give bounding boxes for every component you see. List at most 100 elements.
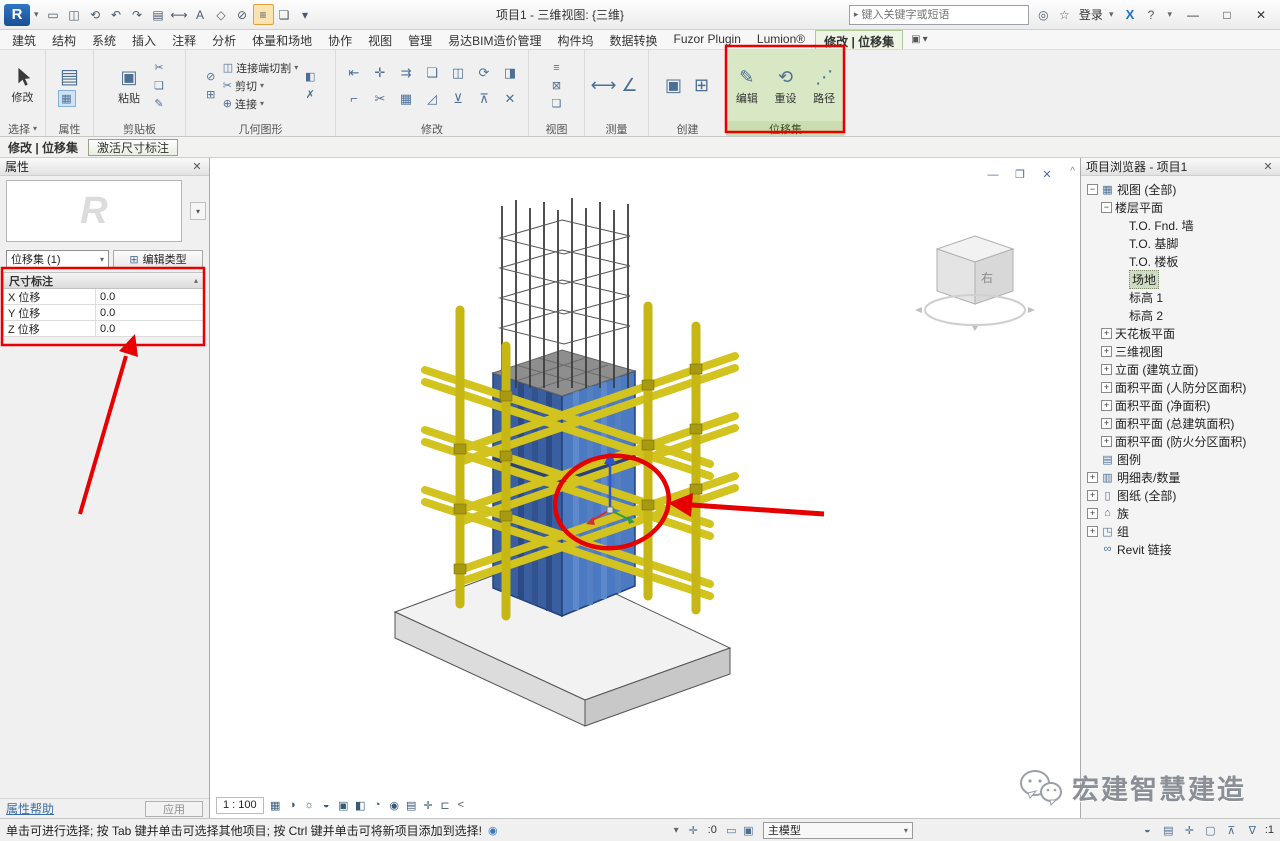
preview-dropdown-icon[interactable]: ▾ bbox=[190, 202, 206, 220]
apply-button[interactable]: 应用 bbox=[145, 801, 203, 817]
ribbon-tab-9[interactable]: 管理 bbox=[400, 30, 440, 49]
expand-icon[interactable]: + bbox=[1101, 328, 1112, 339]
tree-item-20[interactable]: ∞Revit 链接 bbox=[1083, 540, 1280, 558]
geometry-item-1[interactable]: ✂剪切▾ bbox=[223, 77, 298, 94]
ribbon-tab-14[interactable]: Lumion® bbox=[749, 30, 813, 49]
text-icon[interactable]: A bbox=[190, 4, 211, 25]
view-scale-button[interactable]: 1 : 100 bbox=[216, 797, 264, 814]
ribbon-tab-12[interactable]: 数据转换 bbox=[602, 30, 666, 49]
modify-button[interactable]: 修改 bbox=[5, 66, 41, 105]
demolish-icon[interactable]: ✗ bbox=[301, 86, 319, 103]
match-type-icon[interactable]: ✎ bbox=[150, 95, 168, 112]
expand-icon[interactable]: + bbox=[1101, 364, 1112, 375]
temporary-view-properties-icon[interactable]: ▤ bbox=[403, 797, 420, 814]
switch-windows-icon[interactable]: ❏ bbox=[274, 4, 295, 25]
section-icon[interactable]: ⊘ bbox=[232, 4, 253, 25]
panel-measure-label[interactable]: 测量 bbox=[585, 121, 648, 136]
edit-displacement-button[interactable]: ✎编辑 bbox=[729, 65, 765, 106]
tree-item-10[interactable]: +立面 (建筑立面) bbox=[1083, 360, 1280, 378]
drag-elements-icon[interactable]: ▢ bbox=[1202, 822, 1219, 838]
expand-icon[interactable]: + bbox=[1101, 382, 1112, 393]
close-hidden-windows-icon[interactable]: ⊠ bbox=[548, 77, 566, 94]
design-option-combo[interactable]: 主模型 ▾ bbox=[763, 822, 913, 839]
delete-icon[interactable]: ✕ bbox=[497, 86, 523, 112]
exchange-apps-icon[interactable]: X bbox=[1119, 4, 1140, 25]
search-collapse-icon[interactable]: ▸ bbox=[854, 9, 859, 20]
move-icon[interactable]: ✛ bbox=[367, 60, 393, 86]
open-icon[interactable]: ▭ bbox=[43, 4, 64, 25]
tree-item-6[interactable]: 标高 1 bbox=[1083, 288, 1280, 306]
tree-item-15[interactable]: ▤图例 bbox=[1083, 450, 1280, 468]
dimensions-section-header[interactable]: 尺寸标注 ▴ bbox=[3, 272, 204, 289]
mirror-line-icon[interactable]: ◨ bbox=[497, 60, 523, 86]
ribbon-tab-13[interactable]: Fuzor Plugin bbox=[666, 30, 749, 49]
maximize-button[interactable]: □ bbox=[1212, 2, 1242, 28]
panel-displacement-label[interactable]: 位移集 bbox=[727, 121, 844, 136]
tree-item-16[interactable]: +▥明细表/数量 bbox=[1083, 468, 1280, 486]
ribbon-tab-8[interactable]: 视图 bbox=[360, 30, 400, 49]
offset-icon[interactable]: ⇉ bbox=[393, 60, 419, 86]
join-geometry-icon[interactable]: ⊞ bbox=[202, 86, 220, 103]
view-restore-icon[interactable]: ❐ bbox=[1011, 166, 1029, 183]
worksets-icon[interactable]: ▣ bbox=[740, 822, 757, 838]
visual-style-icon[interactable]: ◑ bbox=[284, 797, 301, 814]
show-displacement-icon[interactable]: ✛ bbox=[420, 797, 437, 814]
customize-quick-access-icon[interactable]: ▾ bbox=[295, 4, 316, 25]
close-button[interactable]: ✕ bbox=[1246, 2, 1276, 28]
switch-windows-icon[interactable]: ❏ bbox=[548, 95, 566, 112]
ribbon-tab-2[interactable]: 系统 bbox=[84, 30, 124, 49]
tree-item-7[interactable]: 标高 2 bbox=[1083, 306, 1280, 324]
expand-icon[interactable]: + bbox=[1087, 490, 1098, 501]
ribbon-tab-0[interactable]: 建筑 bbox=[4, 30, 44, 49]
tree-item-17[interactable]: +▯图纸 (全部) bbox=[1083, 486, 1280, 504]
cut-geometry-icon[interactable]: ⊘ bbox=[202, 68, 220, 85]
ribbon-state-toggle[interactable]: ▣▾ bbox=[911, 30, 927, 49]
login-button[interactable]: 登录 bbox=[1079, 6, 1103, 23]
save-icon[interactable]: ◫ bbox=[64, 4, 85, 25]
view-close-icon[interactable]: ✕ bbox=[1038, 166, 1056, 183]
collapse-icon[interactable]: − bbox=[1101, 202, 1112, 213]
temporary-hide-isolate-icon[interactable]: ◔ bbox=[369, 797, 386, 814]
reveal-constraints-icon[interactable]: ⊏ bbox=[437, 797, 454, 814]
search-input[interactable] bbox=[861, 9, 1023, 21]
tree-item-2[interactable]: T.O. Fnd. 墙 bbox=[1083, 216, 1280, 234]
ribbon-tab-1[interactable]: 结构 bbox=[44, 30, 84, 49]
align-icon[interactable]: ⇤ bbox=[341, 60, 367, 86]
tree-item-13[interactable]: +面积平面 (总建筑面积) bbox=[1083, 414, 1280, 432]
expand-icon[interactable]: + bbox=[1087, 508, 1098, 519]
create-similar-icon[interactable]: ⊞ bbox=[690, 74, 714, 98]
worksharing-display-icon[interactable]: ◒ bbox=[1139, 822, 1156, 838]
communication-center-icon[interactable]: ◎ bbox=[1033, 4, 1054, 25]
tree-item-4[interactable]: T.O. 楼板 bbox=[1083, 252, 1280, 270]
canvas-scroll-up-icon[interactable]: ^ bbox=[1070, 166, 1075, 177]
properties-window-icon[interactable]: ▦ bbox=[58, 90, 76, 107]
cut-icon[interactable]: ✂ bbox=[150, 59, 168, 76]
panel-properties-label[interactable]: 属性 bbox=[46, 121, 93, 136]
crop-view-icon[interactable]: ▣ bbox=[335, 797, 352, 814]
editable-filter-icon[interactable]: ▤ bbox=[1160, 822, 1177, 838]
panel-geometry-label[interactable]: 几何图形 bbox=[186, 121, 335, 136]
project-browser-close-icon[interactable]: ✕ bbox=[1261, 160, 1275, 173]
type-selector-combo[interactable]: 位移集 (1) ▾ bbox=[6, 250, 109, 268]
tree-item-12[interactable]: +面积平面 (净面积) bbox=[1083, 396, 1280, 414]
copy-icon[interactable]: ❏ bbox=[150, 77, 168, 94]
3d-scene[interactable]: 右 bbox=[210, 158, 1080, 818]
create-group-icon[interactable]: ▣ bbox=[662, 74, 686, 98]
tree-item-8[interactable]: +天花板平面 bbox=[1083, 324, 1280, 342]
panel-view-label[interactable]: 视图 bbox=[529, 121, 584, 136]
measure-icon[interactable]: ⟷ bbox=[169, 4, 190, 25]
expand-icon[interactable]: + bbox=[1101, 436, 1112, 447]
help-caret-icon[interactable]: ▾ bbox=[1167, 9, 1172, 20]
activate-dimensions-button[interactable]: 激活尺寸标注 bbox=[88, 139, 178, 156]
tree-item-11[interactable]: +面积平面 (人防分区面积) bbox=[1083, 378, 1280, 396]
thin-lines-icon[interactable]: ≡ bbox=[253, 4, 274, 25]
tab-contextual-modify[interactable]: 修改 | 位移集 bbox=[815, 30, 903, 49]
reveal-hidden-icon[interactable]: ◉ bbox=[386, 797, 403, 814]
ribbon-tab-5[interactable]: 分析 bbox=[204, 30, 244, 49]
thin-lines-icon[interactable]: ≡ bbox=[548, 59, 566, 76]
paint-icon[interactable]: ◧ bbox=[301, 68, 319, 85]
redo-icon[interactable]: ↷ bbox=[127, 4, 148, 25]
array-icon[interactable]: ▦ bbox=[393, 86, 419, 112]
properties-close-icon[interactable]: ✕ bbox=[190, 160, 204, 173]
sun-path-icon[interactable]: ☼ bbox=[301, 797, 318, 814]
